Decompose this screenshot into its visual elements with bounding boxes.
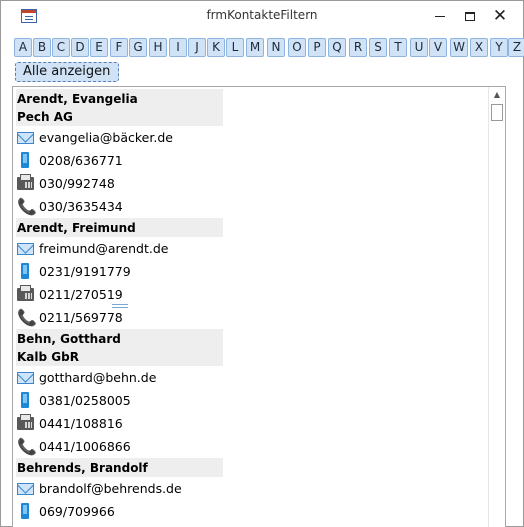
letter-button-s[interactable]: S — [369, 38, 387, 57]
contact-email-row[interactable]: gotthard@behn.de — [16, 366, 486, 389]
letter-button-z[interactable]: Z — [508, 38, 524, 57]
scroll-thumb[interactable] — [491, 104, 503, 121]
contact-fax-value: 030/992748 — [39, 176, 115, 191]
letter-button-q[interactable]: Q — [328, 38, 346, 57]
contact-mobile-row[interactable]: 0231/9191779 — [16, 260, 486, 283]
letter-button-u[interactable]: U — [410, 38, 428, 57]
mobile-phone-icon — [21, 503, 29, 519]
maximize-icon — [465, 12, 475, 21]
letter-button-x[interactable]: X — [470, 38, 488, 57]
contact-header: Arendt, Freimund — [16, 218, 223, 237]
letter-button-f[interactable]: F — [110, 38, 128, 57]
contact-list[interactable]: Arendt, Evangelia Pech AG evangelia@bäcker… — [12, 86, 506, 527]
letter-button-t[interactable]: T — [389, 38, 407, 57]
contact-phone-value: 0211/569778 — [39, 310, 123, 325]
letter-button-p[interactable]: P — [308, 38, 326, 57]
contact-mobile-row[interactable]: 0381/0258005 — [16, 389, 486, 412]
contact-mobile-value: 0208/636771 — [39, 153, 123, 168]
maximize-button[interactable] — [453, 1, 487, 31]
contact-phone-row[interactable]: 📞 0441/1006866 — [16, 435, 486, 458]
letter-button-k[interactable]: K — [207, 38, 225, 57]
contact-record[interactable]: Behrends, Brandolf brandolf@behrends.de 06… — [16, 458, 486, 523]
contact-name: Behn, Gotthard — [17, 332, 121, 346]
letter-button-y[interactable]: Y — [490, 38, 508, 57]
letter-button-w[interactable]: W — [450, 38, 468, 57]
letter-filter-bar: ABCDEFGHIJKLMNOPQRSTUVWXYZ — [14, 38, 524, 58]
contact-phone-value: 0441/1006866 — [39, 439, 131, 454]
letter-button-e[interactable]: E — [90, 38, 108, 57]
letter-button-j[interactable]: J — [188, 38, 206, 57]
email-icon — [17, 483, 34, 495]
minimize-button[interactable] — [423, 1, 457, 31]
contact-header: Behn, Gotthard Kalb GbR — [16, 329, 223, 366]
phone-icon: 📞 — [17, 308, 37, 327]
contact-record[interactable]: Arendt, Evangelia Pech AG evangelia@bäcker… — [16, 89, 486, 218]
contact-mobile-row[interactable]: 0208/636771 — [16, 149, 486, 172]
letter-button-g[interactable]: G — [129, 38, 147, 57]
contact-email-value: brandolf@behrends.de — [39, 481, 182, 496]
mobile-phone-icon — [21, 152, 29, 168]
title-bar[interactable]: frmKontakteFiltern ✕ — [1, 1, 523, 31]
contact-mobile-row[interactable]: 069/709966 — [16, 500, 486, 523]
phone-icon: 📞 — [17, 437, 37, 456]
mobile-phone-icon — [21, 392, 29, 408]
letter-button-b[interactable]: B — [33, 38, 51, 57]
contact-email-row[interactable]: brandolf@behrends.de — [16, 477, 486, 500]
contact-record[interactable]: Arendt, Freimund freimund@arendt.de 0231/9… — [16, 218, 486, 329]
contact-company: Pech AG — [17, 110, 73, 124]
letter-button-d[interactable]: D — [71, 38, 89, 57]
contact-phone-value: 030/3635434 — [39, 199, 123, 214]
contact-items: Arendt, Evangelia Pech AG evangelia@bäcker… — [16, 89, 486, 523]
contact-phone-row[interactable]: 📞 030/3635434 — [16, 195, 486, 218]
contact-header: Behrends, Brandolf — [16, 458, 223, 477]
close-icon: ✕ — [492, 6, 508, 26]
contact-name: Arendt, Evangelia — [17, 92, 138, 106]
email-icon — [17, 243, 34, 255]
contact-email-row[interactable]: freimund@arendt.de — [16, 237, 486, 260]
contact-name: Behrends, Brandolf — [17, 461, 148, 475]
letter-button-o[interactable]: O — [288, 38, 306, 57]
scroll-up-arrow-icon[interactable]: ▲ — [489, 87, 505, 103]
contact-email-value: evangelia@bäcker.de — [39, 130, 173, 145]
contact-fax-value: 0441/108816 — [39, 416, 123, 431]
form-window: frmKontakteFiltern ✕ ABCDEFGHIJKLMNOPQRS… — [0, 0, 524, 527]
letter-button-n[interactable]: N — [267, 38, 285, 57]
fax-icon — [17, 174, 34, 190]
contact-fax-row[interactable]: 0441/108816 — [16, 412, 486, 435]
contact-fax-value: 0211/270519 — [39, 287, 123, 302]
email-icon — [17, 132, 34, 144]
letter-button-h[interactable]: H — [149, 38, 167, 57]
email-icon — [17, 372, 34, 384]
contact-phone-row[interactable]: 📞 0211/569778 — [16, 306, 486, 329]
letter-button-r[interactable]: R — [349, 38, 367, 57]
contact-fax-row[interactable]: 030/992748 — [16, 172, 486, 195]
phone-icon: 📞 — [17, 197, 37, 216]
contact-mobile-value: 0381/0258005 — [39, 393, 131, 408]
minimize-icon — [435, 16, 445, 17]
fax-icon — [17, 285, 34, 301]
contact-company: Kalb GbR — [17, 350, 79, 364]
contact-email-row[interactable]: evangelia@bäcker.de — [16, 126, 486, 149]
contact-header: Arendt, Evangelia Pech AG — [16, 89, 223, 126]
letter-button-a[interactable]: A — [14, 38, 32, 57]
show-all-button[interactable]: Alle anzeigen — [15, 62, 119, 82]
close-button[interactable]: ✕ — [483, 1, 517, 31]
contact-mobile-value: 069/709966 — [39, 504, 115, 519]
letter-button-c[interactable]: C — [52, 38, 70, 57]
letter-button-v[interactable]: V — [429, 38, 447, 57]
contact-email-value: gotthard@behn.de — [39, 370, 157, 385]
contact-email-value: freimund@arendt.de — [39, 241, 169, 256]
contact-fax-row[interactable]: 0211/270519 — [16, 283, 486, 306]
vertical-scrollbar[interactable]: ▲ — [488, 87, 505, 527]
contact-name: Arendt, Freimund — [17, 221, 136, 235]
letter-button-m[interactable]: M — [246, 38, 264, 57]
fax-icon — [17, 414, 34, 430]
letter-button-l[interactable]: L — [226, 38, 244, 57]
mobile-phone-icon — [21, 263, 29, 279]
letter-button-i[interactable]: I — [169, 38, 187, 57]
resize-cursor-icon — [112, 304, 128, 308]
contact-record[interactable]: Behn, Gotthard Kalb GbR gotthard@behn.de 03… — [16, 329, 486, 458]
contact-mobile-value: 0231/9191779 — [39, 264, 131, 279]
